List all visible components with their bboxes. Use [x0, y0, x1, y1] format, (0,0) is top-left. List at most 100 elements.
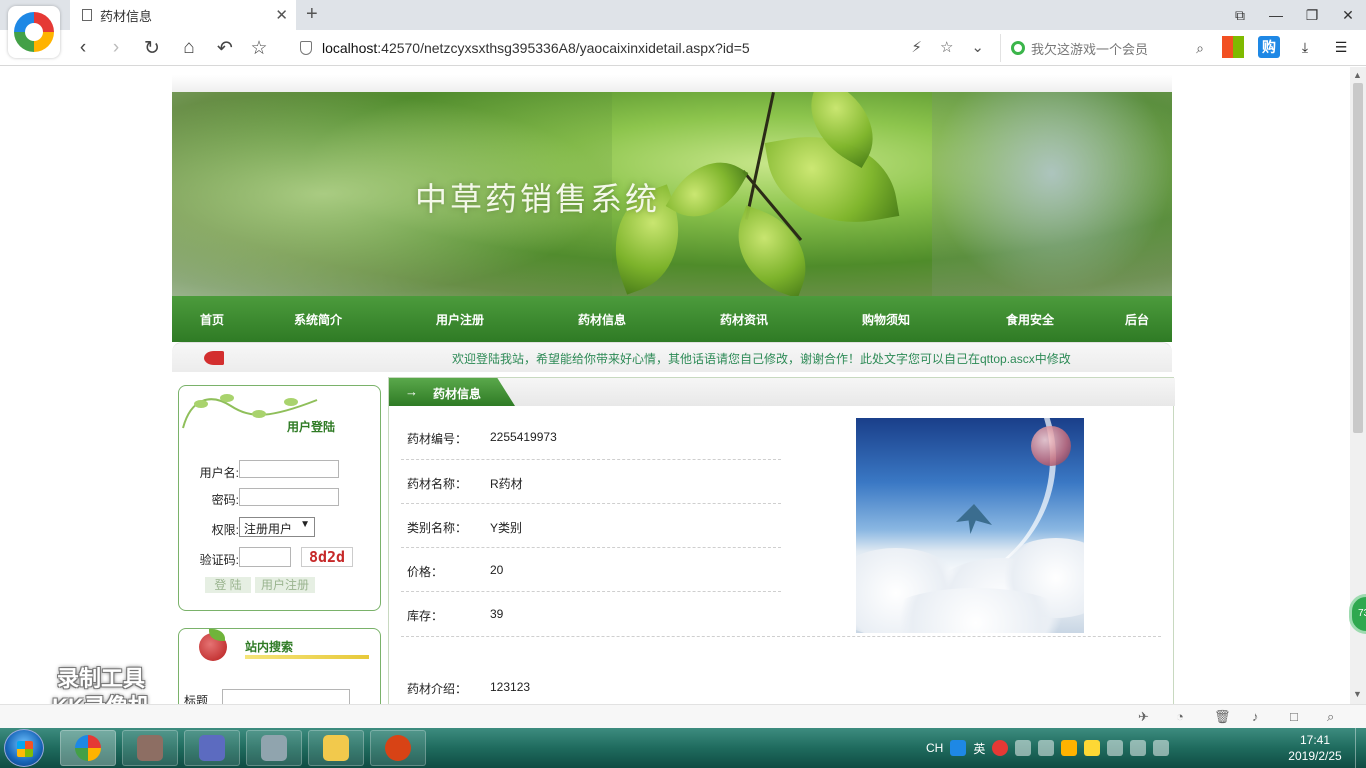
speed-icon[interactable]: ◔ [1176, 709, 1184, 724]
favorite-star-icon[interactable]: ☆ [940, 38, 953, 56]
clock-date: 2019/2/25 [1288, 749, 1342, 763]
download-icon[interactable]: ⤓ [1294, 36, 1316, 58]
nav-herb-info[interactable]: 药材信息 [578, 311, 626, 328]
taskbar-explorer[interactable] [308, 730, 364, 766]
site-wrapper: 中草药销售系统 首页 系统简介 用户注册 药材信息 药材资讯 购物须知 食用安全… [172, 67, 1175, 704]
search-title-label: 标题 [184, 694, 209, 704]
bookmark-star-icon[interactable]: ☆ [246, 35, 272, 61]
apps-grid-icon[interactable] [1222, 36, 1244, 58]
nav-shopping-guide[interactable]: 购物须知 [862, 311, 910, 328]
herb-detail-panel: → 药材信息 药材编号： 2255419973 药材名称： R药材 类别名称： … [388, 377, 1175, 704]
rocket-icon[interactable]: ✈ [1138, 709, 1149, 725]
price-value: 20 [490, 563, 504, 577]
captcha-image[interactable]: 8d2d [301, 547, 353, 567]
tray-keyboard-icon[interactable] [1107, 740, 1124, 756]
reload-icon[interactable]: ↻ [139, 35, 165, 61]
search-box[interactable]: 我欠这游戏一个会员 ⌕ [1000, 34, 1210, 62]
intro-label: 药材介绍： [407, 682, 468, 696]
browser-toolbar: ‹ › ↻ ⌂ ↶ ☆ localhost:42570/netzcyxsxths… [0, 30, 1366, 66]
security-shield-icon [300, 41, 312, 55]
username-input[interactable] [239, 460, 339, 478]
captcha-input[interactable] [239, 547, 291, 567]
top-strip [172, 75, 1172, 93]
forward-icon[interactable]: › [103, 35, 129, 61]
menu-icon[interactable]: ☰ [1330, 36, 1352, 58]
login-button[interactable]: 登 陆 [205, 577, 251, 593]
system-tray: CH 英 [926, 738, 1170, 758]
browser-logo-icon[interactable] [8, 6, 60, 58]
herb-name-label: 药材名称： [407, 477, 468, 491]
site-banner: 中草药销售系统 [172, 92, 1172, 296]
browser-tab-bar: 药材信息 ✕ + ⧉ — ❐ ✕ [0, 0, 1366, 30]
address-bar[interactable]: localhost:42570/netzcyxsxthsg395336A8/ya… [290, 34, 996, 62]
start-button[interactable] [4, 729, 44, 767]
search-engine-logo-icon [1011, 41, 1025, 55]
search-icon[interactable]: ⌕ [1196, 40, 1204, 57]
nav-home[interactable]: 首页 [200, 311, 224, 328]
taskbar-clock[interactable]: 17:41 2019/2/25 [1280, 732, 1350, 764]
nav-herb-news[interactable]: 药材资讯 [720, 311, 768, 328]
scrollbar-thumb[interactable] [1353, 83, 1363, 433]
taskbar-visual-studio[interactable] [184, 730, 240, 766]
site-search-input[interactable] [222, 689, 350, 704]
taskbar-recorder[interactable] [370, 730, 426, 766]
arrow-right-icon: → [405, 384, 418, 399]
shopping-icon[interactable]: 购 [1258, 36, 1280, 58]
page-viewport: 中草药销售系统 首页 系统简介 用户注册 药材信息 药材资讯 购物须知 食用安全… [0, 67, 1350, 704]
home-icon[interactable]: ⌂ [176, 35, 202, 61]
herb-id-value: 2255419973 [490, 430, 557, 444]
password-input[interactable] [239, 488, 339, 506]
tray-signal-icon[interactable] [1130, 740, 1147, 756]
nav-about[interactable]: 系统简介 [294, 311, 342, 328]
login-panel: 用户登陆 用户名: 密码: 权限: 注册用户 ▼ 验证码: 8d2d 登 陆 用户… [178, 385, 381, 611]
announcement-bar: 欢迎登陆我站，希望能给你带来好心情，其他话语请您自己修改，谢谢合作！此处文字您可… [172, 342, 1172, 372]
tray-app-icon[interactable] [992, 740, 1009, 756]
dropdown-chevron-icon[interactable]: ⌄ [971, 38, 984, 56]
undo-close-icon[interactable]: ↶ [212, 35, 238, 61]
intro-value: 123123 [490, 680, 531, 694]
lightning-icon[interactable]: ⚡ [911, 38, 922, 56]
scroll-down-arrow-icon[interactable]: ▼ [1353, 689, 1362, 699]
taskbar-browser[interactable] [60, 730, 116, 766]
taskbar-setup[interactable] [246, 730, 302, 766]
restore-button[interactable]: ❐ [1294, 0, 1330, 30]
site-search-panel: 站内搜索 标题 [178, 628, 381, 704]
nav-admin[interactable]: 后台 [1125, 311, 1149, 328]
document-icon [82, 9, 92, 21]
tray-plus-icon[interactable] [1084, 740, 1101, 756]
url-text: localhost:42570/netzcyxsxthsg395336A8/ya… [322, 40, 750, 56]
browser-tab-active[interactable]: 药材信息 ✕ [70, 0, 296, 30]
ime-icon[interactable] [950, 740, 967, 756]
tray-cloud-icon[interactable] [1038, 740, 1055, 756]
nav-food-safety[interactable]: 食用安全 [1006, 311, 1054, 328]
back-icon[interactable]: ‹ [70, 35, 96, 61]
stock-value: 39 [490, 607, 504, 621]
new-tab-button[interactable]: + [306, 3, 318, 26]
role-select[interactable]: 注册用户 ▼ [239, 517, 315, 537]
nav-register[interactable]: 用户注册 [436, 311, 484, 328]
ime-mode[interactable]: 英 [973, 740, 985, 757]
close-tab-icon[interactable]: ✕ [275, 6, 288, 24]
show-desktop-button[interactable] [1355, 728, 1366, 768]
taskbar-tools[interactable] [122, 730, 178, 766]
window-controls: ⧉ — ❐ ✕ [1222, 0, 1366, 30]
recorder-watermark: 录制工具 KK录像机 [52, 666, 150, 704]
tray-network-icon[interactable] [1015, 740, 1032, 756]
category-label: 类别名称： [407, 521, 468, 535]
volume-icon[interactable]: ♪ [1252, 709, 1259, 724]
detail-section-title: 药材信息 [433, 387, 482, 401]
register-button[interactable]: 用户注册 [255, 577, 315, 593]
tray-volume-icon[interactable] [1153, 740, 1170, 756]
trash-icon[interactable]: 🗑 [1214, 709, 1231, 725]
minimize-button[interactable]: — [1258, 0, 1294, 30]
window-icon[interactable]: □ [1290, 709, 1298, 724]
zoom-icon[interactable]: ⌕ [1327, 709, 1334, 725]
stock-label: 库存： [407, 609, 444, 623]
lang-indicator[interactable]: CH [926, 741, 943, 755]
skin-button[interactable]: ⧉ [1222, 0, 1258, 30]
site-title: 中草药销售系统 [415, 180, 661, 218]
scroll-up-arrow-icon[interactable]: ▲ [1353, 70, 1362, 80]
search-placeholder: 我欠这游戏一个会员 [1031, 41, 1149, 57]
tray-qq-icon[interactable] [1061, 740, 1078, 756]
close-window-button[interactable]: ✕ [1330, 0, 1366, 30]
